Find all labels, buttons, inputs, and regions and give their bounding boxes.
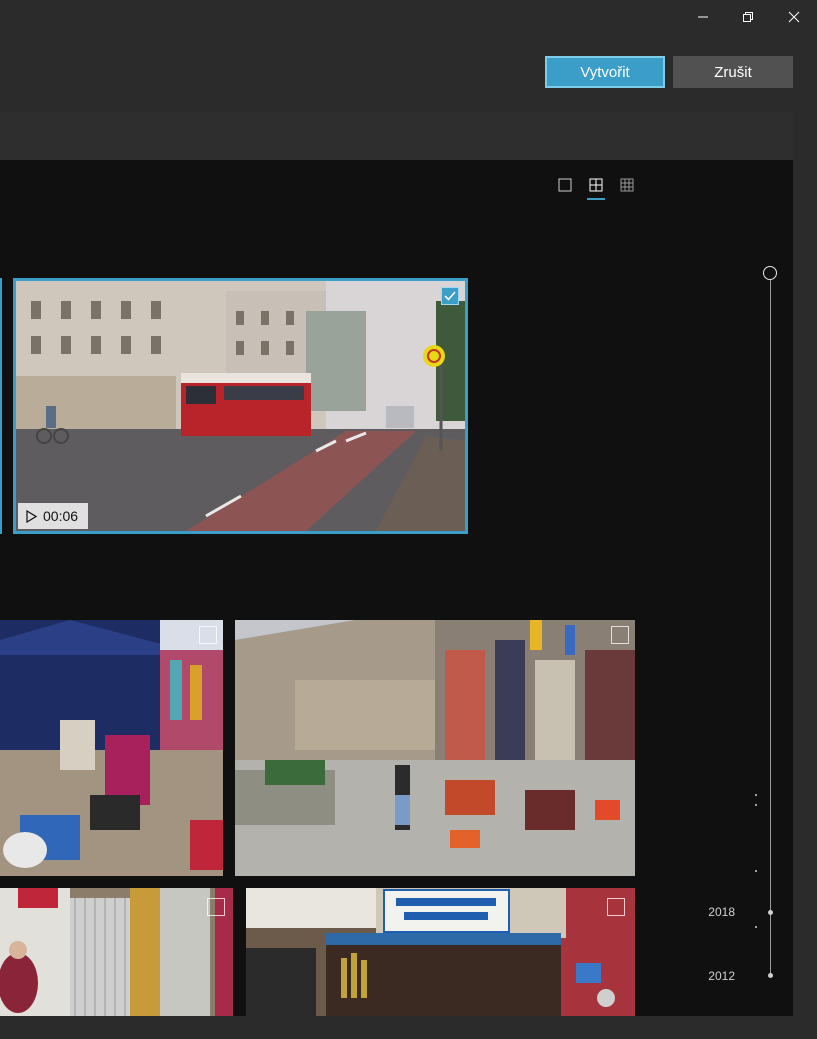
restore-button[interactable] — [725, 0, 771, 34]
timeline-handle[interactable] — [763, 266, 777, 280]
title-bar — [0, 0, 817, 34]
single-view-toggle[interactable] — [554, 174, 576, 196]
small-grid-toggle[interactable] — [616, 174, 638, 196]
grid-item-checkbox[interactable] — [607, 898, 625, 916]
tram-street-photo — [16, 281, 465, 531]
timeline-year-label[interactable]: 2012 — [708, 969, 735, 983]
partial-thumbnail-edge — [0, 278, 2, 534]
video-duration: 00:06 — [43, 508, 79, 524]
shop-front-photo — [0, 888, 233, 1016]
timeline-marker — [755, 804, 757, 806]
grid-item-checkbox[interactable] — [207, 898, 225, 916]
timeline-marker — [755, 870, 757, 872]
grid-thumbnail-hardware-store[interactable] — [246, 888, 635, 1016]
grid-item-checkbox[interactable] — [611, 626, 629, 644]
close-button[interactable] — [771, 0, 817, 34]
grid-thumbnail-market-stall[interactable] — [0, 620, 223, 876]
restore-icon — [743, 12, 753, 22]
small-grid-icon — [620, 178, 634, 192]
selected-video-thumbnail[interactable]: 00:06 — [13, 278, 468, 534]
grid-thumbnail-shop-front[interactable] — [0, 888, 233, 1016]
close-icon — [788, 11, 800, 23]
street-market-photo — [235, 620, 635, 876]
video-duration-badge: 00:06 — [18, 503, 88, 529]
minimize-button[interactable] — [680, 0, 726, 34]
single-view-icon — [558, 178, 572, 192]
checkmark-icon — [444, 291, 456, 301]
hardware-store-photo — [246, 888, 635, 1016]
medium-grid-icon — [589, 178, 603, 192]
timeline-track[interactable] — [770, 278, 771, 976]
grid-item-checkbox[interactable] — [199, 626, 217, 644]
grid-thumbnail-street-market[interactable] — [235, 620, 635, 876]
media-panel: 00:06 2018 2012 — [0, 112, 793, 1016]
minimize-icon — [698, 16, 708, 18]
create-button-label: Vytvořit — [580, 63, 630, 81]
timeline-year-dot[interactable] — [768, 973, 773, 978]
timeline-marker — [755, 794, 757, 796]
panel-header — [0, 112, 793, 160]
medium-grid-toggle[interactable] — [585, 174, 607, 200]
play-icon — [26, 509, 37, 523]
cancel-button-label: Zrušit — [714, 63, 752, 81]
cancel-button[interactable]: Zrušit — [673, 56, 793, 88]
create-button[interactable]: Vytvořit — [545, 56, 665, 88]
market-stall-photo — [0, 620, 223, 876]
timeline-year-dot[interactable] — [768, 910, 773, 915]
timeline-marker — [755, 926, 757, 928]
timeline-year-label[interactable]: 2018 — [708, 905, 735, 919]
selected-checkbox[interactable] — [441, 287, 459, 305]
